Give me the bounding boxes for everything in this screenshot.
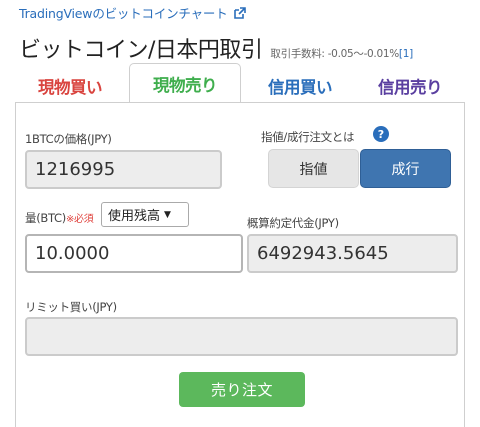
estimate-output: 6492943.5645 [247, 234, 458, 273]
tab-margin-buy[interactable]: 信用買い [245, 66, 355, 106]
balance-dropdown-label: 使用残高 [108, 209, 161, 224]
tradingview-link-label: TradingViewのビットコインチャート [19, 6, 228, 21]
balance-dropdown[interactable]: 使用残高 ▼ [101, 202, 189, 227]
external-link-icon [233, 6, 246, 19]
trade-tabs: 現物買い 現物売り 信用買い 信用売り [15, 63, 465, 103]
tab-spot-buy[interactable]: 現物買い [15, 66, 125, 106]
limit-price-label: リミット買い(JPY) [25, 300, 117, 314]
required-mark: ※必須 [65, 214, 94, 225]
tab-margin-sell[interactable]: 信用売り [355, 66, 465, 106]
fee-text: 取引手数料: -0.05〜-0.01% [270, 48, 399, 60]
sell-order-button[interactable]: 売り注文 [179, 372, 305, 407]
tradingview-chart-link[interactable]: TradingViewのビットコインチャート [19, 3, 246, 22]
market-order-button[interactable]: 成行 [360, 149, 451, 188]
amount-input[interactable]: 10.0000 [25, 234, 243, 273]
limit-price-input[interactable] [25, 317, 458, 356]
fee-info: 取引手数料: -0.05〜-0.01%[1] [270, 46, 413, 61]
estimate-label: 概算約定代金(JPY) [247, 216, 339, 230]
amount-label-text: 量(BTC) [25, 211, 66, 225]
price-input[interactable]: 1216995 [25, 150, 222, 189]
sell-order-panel: 1BTCの価格(JPY) 1216995 指値/成行注文とは ? 指値 成行 量… [15, 102, 465, 427]
price-label: 1BTCの価格(JPY) [25, 132, 112, 146]
fee-note-link[interactable]: [1] [399, 48, 413, 60]
help-icon[interactable]: ? [373, 126, 389, 142]
amount-label: 量(BTC)※必須 [25, 210, 94, 226]
page-header: ビットコイン/日本円取引 取引手数料: -0.05〜-0.01%[1] [19, 32, 413, 64]
page-title: ビットコイン/日本円取引 [19, 38, 263, 63]
tab-spot-sell[interactable]: 現物売り [129, 63, 241, 103]
caret-down-icon: ▼ [164, 209, 171, 220]
limit-order-button[interactable]: 指値 [268, 149, 359, 188]
order-type-label: 指値/成行注文とは [261, 130, 355, 144]
